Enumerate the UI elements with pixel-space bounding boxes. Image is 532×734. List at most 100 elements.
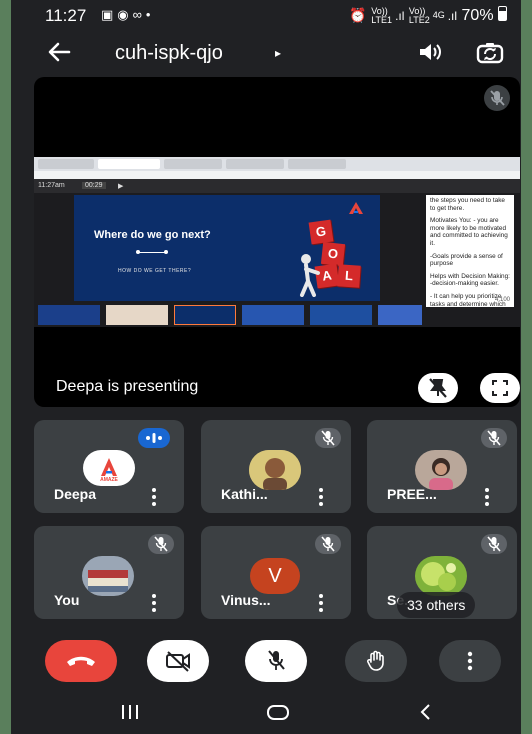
raise-hand-button[interactable] (345, 640, 407, 682)
slide-thumbnail (106, 305, 168, 325)
participant-tile[interactable]: V Vinus... (201, 526, 351, 619)
presenter-toolbar: 11:27am 00:29 ▶ (34, 179, 520, 193)
notes-paragraph: -Goals provide a sense of purpose (430, 252, 503, 268)
status-right: ⏰ Vo)) LTE1 .ıl Vo)) LTE2 4G .ıl 70% (349, 6, 507, 25)
mic-toggle-button[interactable] (245, 640, 307, 682)
unpin-button[interactable] (418, 373, 458, 403)
more-vertical-icon[interactable] (319, 594, 323, 612)
jio-icon: ◉ (117, 7, 133, 22)
more-vertical-icon[interactable] (152, 594, 156, 612)
slide-thumbnail-selected (174, 305, 236, 325)
avatar-text: AMAZE (100, 477, 118, 483)
slide-thumbnail (242, 305, 304, 325)
gallery-icon: ▣ (101, 7, 118, 22)
slide-heading: Where do we go next? (94, 229, 211, 241)
cube-letter: G (308, 219, 334, 245)
switch-camera-icon[interactable] (475, 38, 505, 68)
more-vertical-icon[interactable] (152, 488, 156, 506)
mic-off-icon (268, 650, 285, 670)
network-sim1: Vo)) LTE1 (371, 5, 393, 25)
notes-paragraph: Motivates You: - you are more likely to … (430, 217, 508, 247)
participant-name: PREE... (387, 486, 437, 502)
end-call-icon (67, 656, 95, 666)
fullscreen-button[interactable] (480, 373, 520, 403)
participant-tile[interactable]: AMAZE Deepa (34, 420, 184, 513)
notes-paragraph: Helps with Decision Making: -decision-ma… (430, 272, 510, 288)
network-sim2: Vo)) LTE2 (408, 5, 430, 25)
end-call-button[interactable] (45, 640, 117, 682)
notes-char-count: 4,100 (494, 297, 510, 304)
avatar-photo (415, 556, 467, 596)
more-options-button[interactable] (439, 640, 501, 682)
current-slide: Where do we go next? HOW DO WE GET THERE… (74, 195, 380, 301)
alarm-icon: ⏰ (349, 7, 367, 23)
slide-thumbnail (310, 305, 372, 325)
mic-off-icon (315, 428, 341, 448)
speaker-icon[interactable] (415, 38, 443, 66)
camera-off-icon (166, 651, 190, 672)
presentation-view[interactable]: 11:27am 00:29 ▶ Where do we go next? HOW… (34, 77, 520, 407)
recents-icon[interactable] (115, 700, 145, 724)
participant-tile[interactable]: Kathi... (201, 420, 351, 513)
others-count-badge[interactable]: 33 others (397, 592, 476, 618)
avatar-photo (82, 556, 134, 596)
raise-hand-icon (367, 650, 384, 671)
play-icon: ▶ (118, 183, 124, 190)
browser-tab-bar (34, 157, 520, 171)
speaking-indicator-icon (138, 428, 170, 448)
speaker-notes-panel: the steps you need to take to get there.… (426, 195, 514, 308)
notes-paragraph: the steps you need to take to get there. (430, 197, 505, 212)
avatar-initial: V (250, 558, 300, 594)
participant-tile[interactable]: PREE... (367, 420, 517, 513)
signal-icon-2: .ıl (447, 9, 458, 23)
signal-icon: .ıl (395, 9, 405, 23)
avatar-amaze-logo: AMAZE (83, 450, 135, 486)
dot-icon: • (145, 7, 155, 22)
status-bar: 11:27 ▣◉∞• ⏰ Vo)) LTE1 .ıl Vo)) LTE2 4G .ıl 7… (11, 0, 521, 32)
participant-name: Deepa (54, 486, 97, 502)
battery-level: 70% (461, 7, 494, 24)
figure-icon (300, 254, 320, 297)
home-icon[interactable] (263, 700, 293, 724)
shared-screen: 11:27am 00:29 ▶ Where do we go next? HOW… (34, 157, 520, 327)
avatar-photo (249, 450, 301, 490)
meeting-details-caret-icon[interactable]: ▸ (275, 46, 281, 60)
slide-divider (136, 250, 168, 254)
slide-subheading: HOW DO WE GET THERE? (118, 268, 192, 274)
more-vertical-icon (467, 651, 473, 671)
meet-screen: 11:27 ▣◉∞• ⏰ Vo)) LTE1 .ıl Vo)) LTE2 4G .ıl 7… (11, 0, 521, 734)
unpin-icon (429, 378, 447, 398)
fullscreen-icon (492, 380, 508, 396)
mic-off-icon (315, 534, 341, 554)
call-controls (11, 636, 521, 686)
more-vertical-icon[interactable] (319, 488, 323, 506)
slide-thumbnail (38, 305, 100, 325)
more-vertical-icon[interactable] (485, 488, 489, 506)
slide-time: 11:27am (38, 182, 65, 189)
mic-off-icon (481, 428, 507, 448)
slide-thumbnail (378, 305, 422, 325)
camera-toggle-button[interactable] (147, 640, 209, 682)
voicemail-icon: ∞ (132, 7, 146, 22)
goal-cubes-illustration: G O A L (296, 213, 366, 297)
notification-icons: ▣◉∞• (101, 7, 154, 23)
slide-elapsed: 00:29 (82, 182, 106, 189)
browser-url-bar (34, 171, 520, 179)
status-time: 11:27 (45, 6, 87, 25)
participant-tile[interactable]: You (34, 526, 184, 619)
back-icon[interactable] (411, 700, 441, 724)
system-nav-bar (11, 690, 521, 734)
participant-name: You (54, 592, 80, 608)
battery-icon (498, 6, 507, 21)
participant-name: Vinus... (221, 592, 271, 608)
presenter-label: Deepa is presenting (56, 378, 199, 395)
participant-name: Kathi... (221, 486, 268, 502)
mic-off-icon (148, 534, 174, 554)
mic-off-icon (481, 534, 507, 554)
meeting-header: cuh-ispk-qjo ▸ (11, 32, 521, 76)
cube-letter: L (337, 264, 361, 288)
presentation-mic-off-icon (484, 85, 510, 111)
meeting-code[interactable]: cuh-ispk-qjo (115, 42, 223, 65)
slide-filmstrip (34, 303, 426, 327)
back-arrow-icon[interactable] (45, 38, 73, 66)
